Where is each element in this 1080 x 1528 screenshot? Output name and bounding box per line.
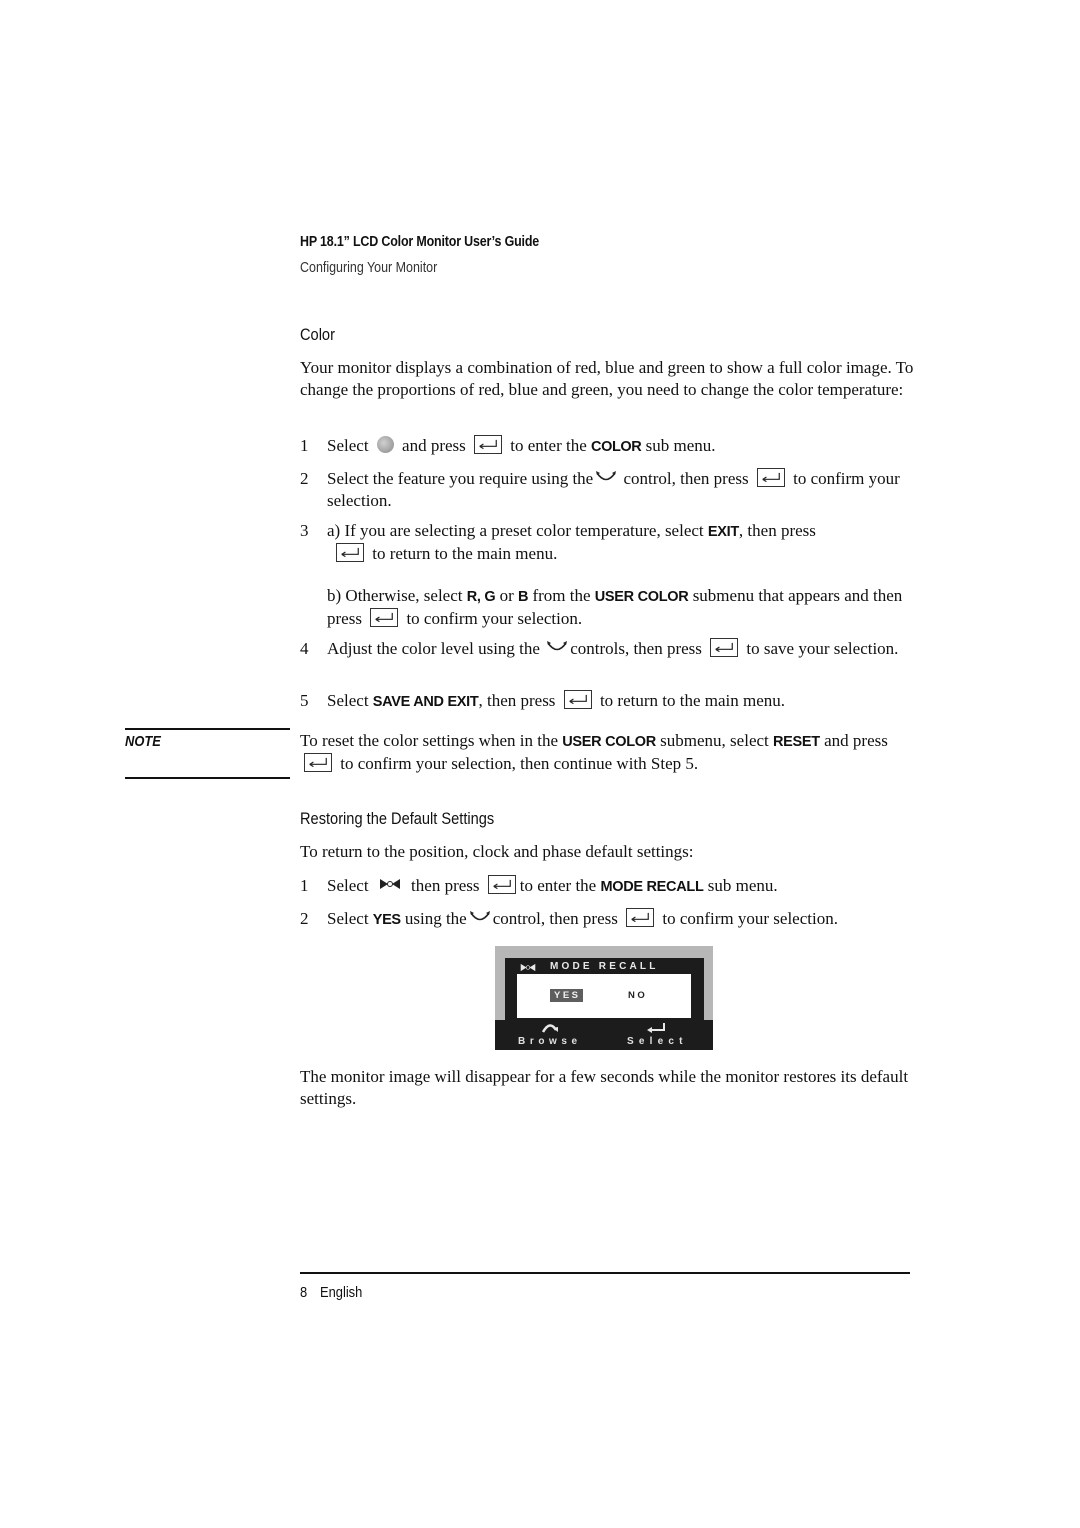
color-step-1: 1 Select and press to enter the COLOR su… xyxy=(300,435,716,455)
color-step-5: 5 Select SAVE AND EXIT, then press to re… xyxy=(300,690,786,710)
keyword-exit: EXIT xyxy=(707,524,739,540)
enter-key-icon xyxy=(710,638,739,657)
keyword-yes: YES xyxy=(372,912,401,928)
enter-key-icon xyxy=(474,435,503,454)
color-icon xyxy=(376,436,394,453)
step-number: 2 xyxy=(300,469,309,488)
step-number: 1 xyxy=(300,876,309,895)
restore-section-heading: Restoring the Default Settings xyxy=(300,809,495,828)
up-down-control-icon xyxy=(595,470,617,484)
document-title: HP 18.1” LCD Color Monitor User’s Guide xyxy=(300,234,540,250)
enter-key-icon xyxy=(756,468,785,487)
chapter-subtitle: Configuring Your Monitor xyxy=(300,260,438,276)
keyword-save-and-exit: SAVE AND EXIT xyxy=(372,694,479,710)
enter-key-icon xyxy=(304,753,332,772)
restore-outro-paragraph: The monitor image will disappear for a f… xyxy=(300,1067,909,1108)
enter-key-icon xyxy=(487,875,516,894)
restore-step-1: 1 Select then press to enter the MODE RE… xyxy=(300,875,778,895)
mode-recall-icon xyxy=(520,963,536,972)
keyword-user-color: USER COLOR xyxy=(594,589,689,605)
mode-recall-icon xyxy=(379,878,401,890)
step-number: 1 xyxy=(300,436,309,455)
note-label: NOTE xyxy=(125,733,161,750)
osd-select-label: Select xyxy=(627,1036,688,1047)
step-number: 4 xyxy=(300,639,309,658)
footer-language: English xyxy=(320,1284,363,1301)
enter-key-icon xyxy=(370,608,399,627)
step-number: 5 xyxy=(300,691,309,710)
osd-title: MODE RECALL xyxy=(550,961,659,972)
keyword-b: B xyxy=(518,589,529,605)
enter-key-icon xyxy=(563,690,592,709)
osd-options-panel: YES NO xyxy=(517,974,691,1018)
color-section-heading: Color xyxy=(300,325,335,344)
osd-option-no: NO xyxy=(628,990,648,1001)
keyword-color: COLOR xyxy=(591,439,642,455)
note-text: To reset the color settings when in the … xyxy=(300,731,888,773)
color-step-3a: 3 a) If you are selecting a preset color… xyxy=(300,521,816,563)
osd-browse-label: Browse xyxy=(518,1036,582,1047)
up-down-control-icon xyxy=(546,640,568,654)
enter-key-icon xyxy=(626,908,655,927)
osd-option-yes: YES xyxy=(550,989,583,1002)
note-bottom-rule xyxy=(125,777,290,779)
keyword-mode-recall: MODE RECALL xyxy=(600,879,704,895)
osd-mode-recall-illustration: MODE RECALL YES NO Browse Select xyxy=(495,946,713,1050)
color-step-3b: b) Otherwise, select R, G or B from the … xyxy=(327,586,903,628)
keyword-user-color: USER COLOR xyxy=(562,734,656,750)
color-step-4: 4 Adjust the color level using the contr… xyxy=(300,638,899,658)
footer-rule xyxy=(300,1272,910,1274)
restore-step-2: 2 Select YES using the control, then pres… xyxy=(300,908,838,928)
up-down-control-icon xyxy=(469,910,491,924)
step-number: 2 xyxy=(300,909,309,928)
restore-intro-paragraph: To return to the position, clock and pha… xyxy=(300,842,694,861)
page-number: 8 xyxy=(300,1284,308,1301)
color-intro-paragraph: Your monitor displays a combination of r… xyxy=(300,358,914,399)
keyword-reset: RESET xyxy=(773,734,820,750)
keyword-rgb: R, G xyxy=(466,589,496,605)
select-enter-icon xyxy=(647,1023,665,1033)
browse-icon xyxy=(541,1024,558,1033)
color-step-2: 2 Select the feature you require using t… xyxy=(300,468,900,510)
step-number: 3 xyxy=(300,521,309,540)
note-top-rule xyxy=(125,728,290,730)
enter-key-icon xyxy=(336,543,364,562)
